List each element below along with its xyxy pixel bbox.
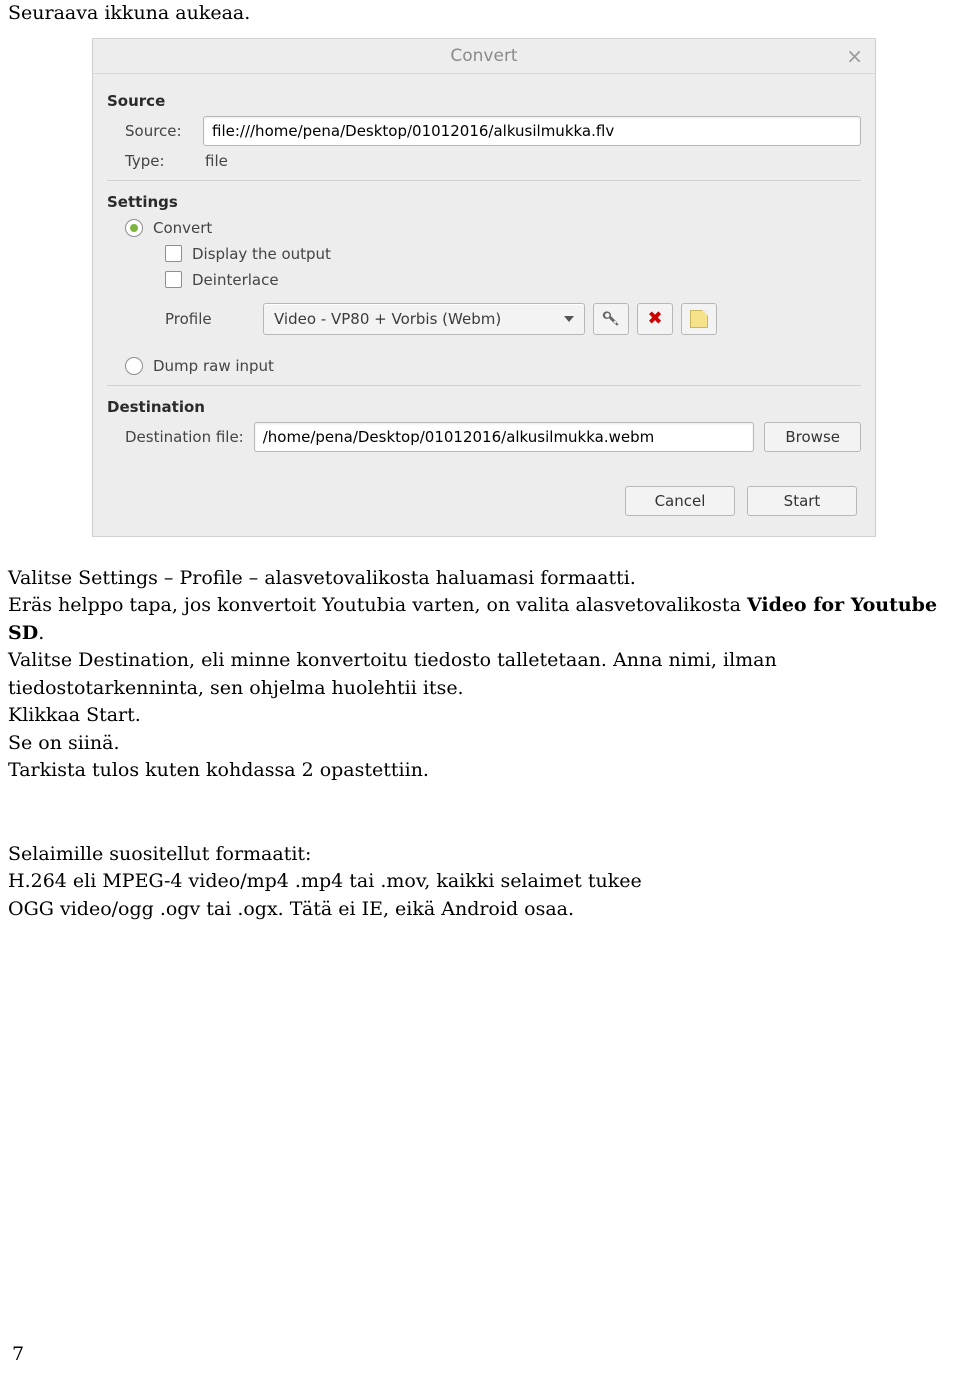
destination-input[interactable] bbox=[254, 422, 755, 452]
destination-section-header: Destination bbox=[107, 398, 861, 416]
intro-text: Seuraava ikkuna aukeaa. bbox=[8, 0, 952, 28]
new-note-icon bbox=[690, 310, 708, 328]
body-text: Valitse Settings – Profile – alasvetoval… bbox=[8, 565, 952, 593]
source-input[interactable] bbox=[203, 116, 861, 146]
new-profile-button[interactable] bbox=[681, 303, 717, 335]
deinterlace-checkbox[interactable] bbox=[165, 271, 182, 288]
destination-label: Destination file: bbox=[125, 428, 244, 446]
close-icon[interactable]: × bbox=[846, 39, 863, 73]
titlebar: Convert × bbox=[93, 39, 875, 74]
cancel-button[interactable]: Cancel bbox=[625, 486, 735, 516]
body-text: Tarkista tulos kuten kohdassa 2 opastett… bbox=[8, 757, 952, 785]
browse-button[interactable]: Browse bbox=[764, 422, 861, 452]
start-button[interactable]: Start bbox=[747, 486, 857, 516]
delete-profile-button[interactable]: ✖ bbox=[637, 303, 673, 335]
type-label: Type: bbox=[125, 152, 193, 170]
profile-label: Profile bbox=[165, 310, 255, 328]
divider bbox=[107, 180, 861, 181]
page-number: 7 bbox=[12, 1343, 24, 1365]
convert-dialog: Convert × Source Source: Type: file Sett… bbox=[92, 38, 876, 537]
body-text: Eräs helppo tapa, jos konvertoit Youtubi… bbox=[8, 592, 952, 647]
body-text: Valitse Destination, eli minne konvertoi… bbox=[8, 647, 952, 702]
body-text-span: Eräs helppo tapa, jos konvertoit Youtubi… bbox=[8, 594, 747, 616]
divider bbox=[107, 385, 861, 386]
dump-raw-label: Dump raw input bbox=[153, 357, 274, 375]
source-label: Source: bbox=[125, 122, 193, 140]
source-section-header: Source bbox=[107, 92, 861, 110]
edit-profile-button[interactable] bbox=[593, 303, 629, 335]
body-text: Se on siinä. bbox=[8, 730, 952, 758]
deinterlace-label: Deinterlace bbox=[192, 271, 279, 289]
convert-radio-label: Convert bbox=[153, 219, 212, 237]
body-text-span: . bbox=[38, 622, 44, 644]
x-icon: ✖ bbox=[647, 310, 662, 328]
dump-raw-radio[interactable] bbox=[125, 357, 143, 375]
body-text: OGG video/ogg .ogv tai .ogx. Tätä ei IE,… bbox=[8, 896, 952, 924]
window-title: Convert bbox=[450, 46, 517, 66]
display-output-checkbox[interactable] bbox=[165, 245, 182, 262]
body-text: Klikkaa Start. bbox=[8, 702, 952, 730]
display-output-label: Display the output bbox=[192, 245, 331, 263]
chevron-down-icon bbox=[564, 316, 574, 322]
settings-section-header: Settings bbox=[107, 193, 861, 211]
body-text: H.264 eli MPEG-4 video/mp4 .mp4 tai .mov… bbox=[8, 868, 952, 896]
type-value: file bbox=[203, 152, 228, 170]
profile-select-value: Video - VP80 + Vorbis (Webm) bbox=[274, 310, 501, 328]
formats-heading: Selaimille suositellut formaatit: bbox=[8, 841, 952, 869]
convert-radio[interactable] bbox=[125, 219, 143, 237]
profile-select[interactable]: Video - VP80 + Vorbis (Webm) bbox=[263, 303, 585, 335]
tools-icon bbox=[602, 310, 620, 328]
